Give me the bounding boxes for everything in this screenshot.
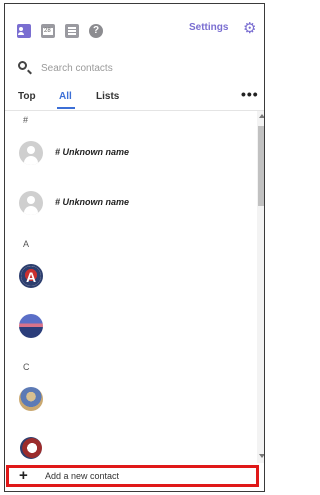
- notes-icon[interactable]: [65, 24, 79, 38]
- scroll-thumb[interactable]: [258, 126, 264, 206]
- scrollbar[interactable]: [257, 111, 264, 463]
- section-header-hash: #: [23, 115, 29, 125]
- scroll-up-arrow-icon[interactable]: [259, 114, 264, 118]
- list-item[interactable]: # Unknown name: [19, 191, 249, 219]
- plus-icon: +: [19, 467, 28, 484]
- gear-icon[interactable]: ⚙: [243, 21, 257, 36]
- avatar: A: [19, 264, 43, 288]
- help-icon[interactable]: ?: [89, 24, 103, 38]
- list-item[interactable]: [19, 436, 249, 463]
- list-item[interactable]: [19, 387, 249, 415]
- contacts-panel: ? Settings ⚙ Top All Lists ••• # # Unkno…: [4, 3, 265, 492]
- calendar-icon[interactable]: [41, 24, 55, 38]
- toolbar: ? Settings ⚙: [5, 4, 264, 48]
- contact-name: # Unknown name: [55, 147, 130, 157]
- settings-link[interactable]: Settings: [189, 22, 228, 33]
- add-contact-button[interactable]: + Add a new contact: [6, 465, 259, 487]
- people-icon[interactable]: [17, 24, 31, 38]
- add-contact-label: Add a new contact: [45, 471, 120, 481]
- avatar: [19, 436, 43, 460]
- search-bar: [5, 56, 264, 84]
- avatar: [19, 314, 43, 338]
- tab-top[interactable]: Top: [18, 91, 36, 102]
- avatar: [19, 387, 43, 411]
- active-tab-indicator: [57, 107, 75, 109]
- avatar: [19, 191, 43, 215]
- tab-bar: Top All Lists •••: [5, 86, 264, 111]
- list-item[interactable]: # Unknown name: [19, 141, 249, 169]
- more-options-icon[interactable]: •••: [241, 86, 259, 102]
- search-input[interactable]: [41, 59, 241, 77]
- tab-lists[interactable]: Lists: [96, 91, 119, 102]
- list-item[interactable]: [19, 314, 249, 342]
- scroll-down-arrow-icon[interactable]: [259, 454, 264, 458]
- section-header-a: A: [23, 239, 30, 249]
- section-header-c: C: [23, 362, 30, 372]
- avatar: [19, 141, 43, 165]
- list-item[interactable]: A: [19, 264, 249, 292]
- tab-all[interactable]: All: [59, 91, 72, 102]
- search-icon: [18, 61, 27, 70]
- contact-list: # # Unknown name # Unknown name A A C: [5, 111, 257, 463]
- contact-name: # Unknown name: [55, 197, 130, 207]
